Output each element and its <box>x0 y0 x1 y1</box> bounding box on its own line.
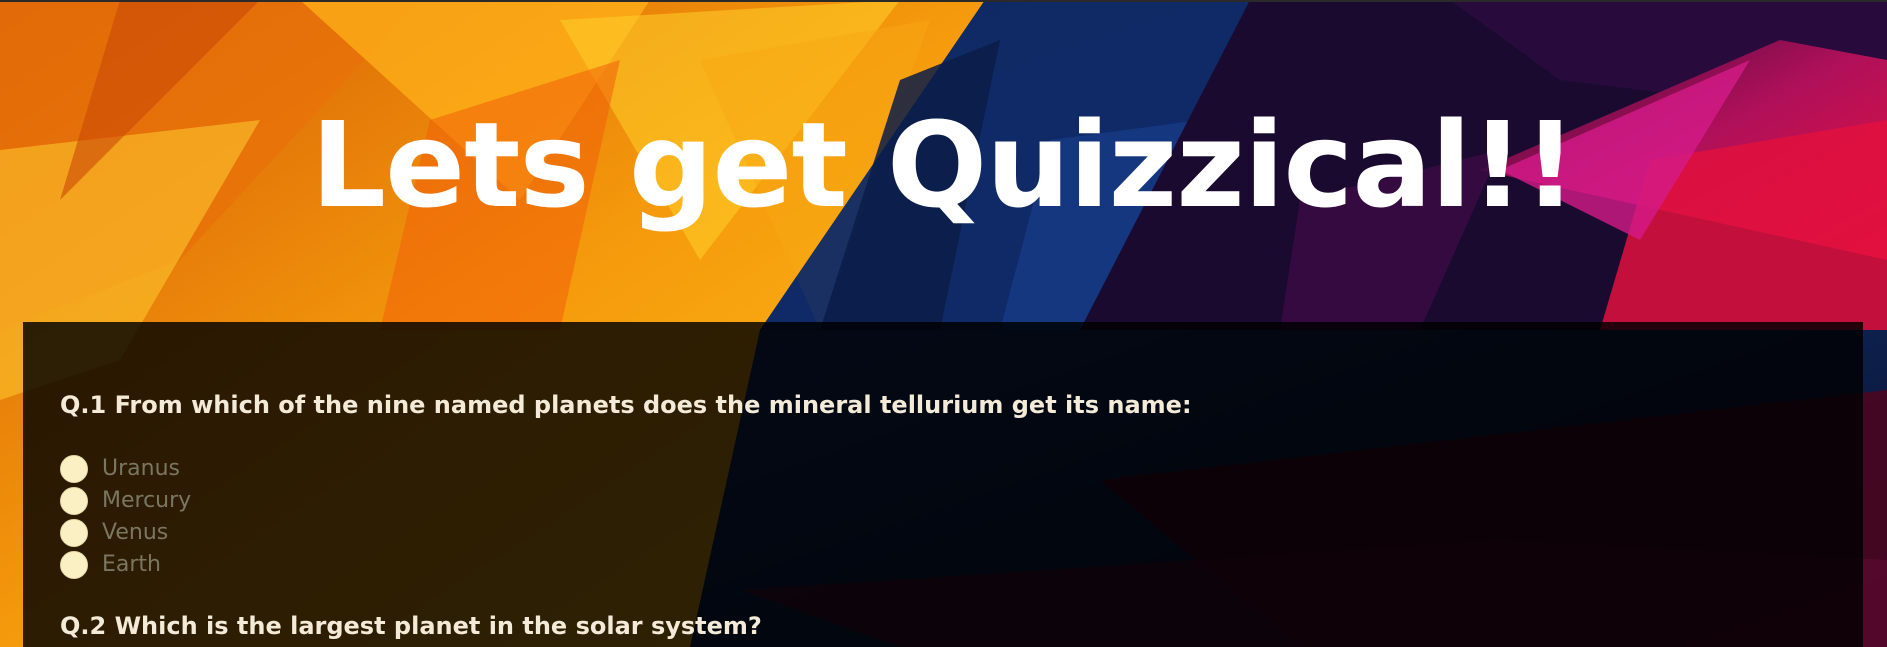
page-title: Lets get Quizzical!! <box>310 96 1577 234</box>
radio-button[interactable] <box>60 519 88 547</box>
option-label: Earth <box>102 552 161 577</box>
option-earth[interactable]: Earth <box>60 549 191 581</box>
option-uranus[interactable]: Uranus <box>60 453 191 485</box>
question-1-options: Uranus Mercury Venus Earth <box>60 453 191 581</box>
question-2-text: Q.2 Which is the largest planet in the s… <box>60 612 762 640</box>
option-venus[interactable]: Venus <box>60 517 191 549</box>
option-label: Uranus <box>102 456 180 481</box>
question-1-text: Q.1 From which of the nine named planets… <box>60 391 1192 419</box>
radio-button[interactable] <box>60 551 88 579</box>
top-border <box>0 0 1887 2</box>
option-label: Venus <box>102 520 169 545</box>
quiz-panel: Q.1 From which of the nine named planets… <box>23 322 1863 647</box>
option-label: Mercury <box>102 488 192 513</box>
radio-button[interactable] <box>60 487 88 515</box>
radio-button[interactable] <box>60 455 88 483</box>
option-mercury[interactable]: Mercury <box>60 485 191 517</box>
